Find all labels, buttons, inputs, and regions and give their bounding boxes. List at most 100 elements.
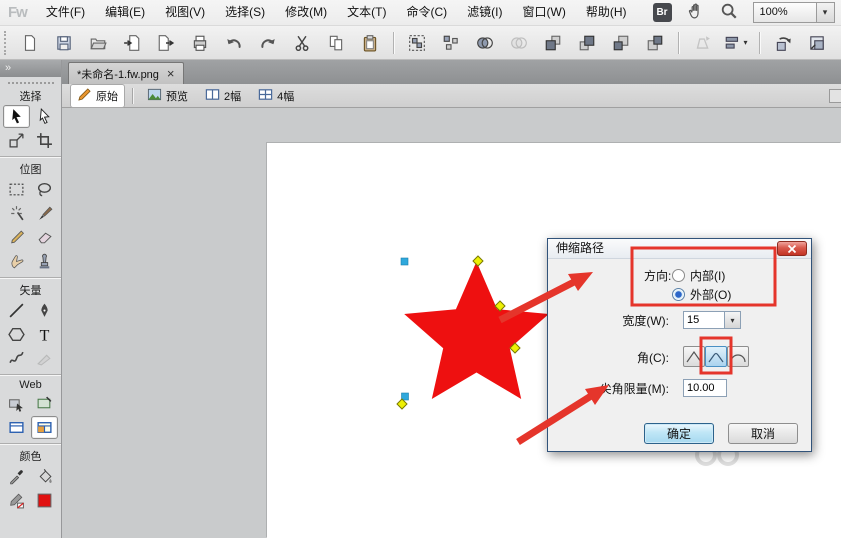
zoom-level-select[interactable]: 100% ▾ [753, 2, 835, 23]
pen-tool[interactable] [31, 299, 58, 322]
hide-slices-tool[interactable] [3, 416, 30, 439]
show-slices-tool[interactable] [31, 416, 58, 439]
cut-icon[interactable] [290, 31, 314, 55]
width-dropdown-icon[interactable]: ▾ [724, 311, 741, 329]
knife-tool[interactable] [31, 347, 58, 370]
panel-toggle-icon[interactable] [829, 89, 841, 103]
panel-collapse-header[interactable]: » [0, 60, 61, 77]
magic-wand-tool[interactable] [3, 202, 30, 225]
align-dropdown-icon: ▾ [743, 38, 747, 47]
shape-tool[interactable] [3, 323, 30, 346]
tab-original[interactable]: 原始 [70, 84, 125, 108]
panel-drag-handle[interactable] [8, 82, 54, 86]
line-tool[interactable] [3, 299, 30, 322]
corner-bevel-button[interactable] [727, 346, 749, 367]
new-file-icon[interactable] [18, 31, 42, 55]
copy-icon[interactable] [324, 31, 348, 55]
scale-tool[interactable] [3, 129, 30, 152]
send-backward-icon[interactable] [609, 31, 633, 55]
bring-forward-icon[interactable] [575, 31, 599, 55]
join-icon[interactable] [473, 31, 497, 55]
corner-round-button[interactable] [705, 346, 727, 367]
menu-item[interactable]: 修改(M) [275, 0, 337, 25]
stroke-color-tool[interactable] [3, 489, 30, 512]
menu-item[interactable]: 滤镜(I) [457, 0, 512, 25]
transform-icon[interactable] [690, 31, 714, 55]
send-to-back-icon[interactable] [643, 31, 667, 55]
hand-icon[interactable] [687, 2, 705, 23]
align-icon[interactable]: ▾ [724, 31, 748, 55]
menu-item[interactable]: 窗口(W) [513, 0, 576, 25]
ok-button[interactable]: 确定 [644, 423, 714, 444]
zoom-tool-icon[interactable] [720, 2, 738, 23]
import-icon[interactable] [120, 31, 144, 55]
width-input[interactable] [683, 311, 725, 329]
fit-canvas-icon[interactable] [805, 31, 829, 55]
tab-preview[interactable]: 预览 [140, 84, 195, 108]
close-icon [786, 244, 798, 254]
inside-radio-label[interactable]: 内部(I) [690, 269, 725, 283]
bridge-icon[interactable]: Br [653, 3, 672, 22]
tool-sections: 选择位图矢量TWeb颜色 [0, 88, 61, 516]
dialog-title-bar[interactable]: 伸缩路径 [548, 239, 811, 259]
undo-icon[interactable] [222, 31, 246, 55]
toolbar-separator [393, 32, 394, 54]
eyedropper-tool[interactable] [3, 465, 30, 488]
split-icon[interactable] [507, 31, 531, 55]
tab-two-up[interactable]: 2幅 [198, 84, 248, 108]
rubber-stamp-tool[interactable] [31, 250, 58, 273]
tab-close-icon[interactable]: × [167, 67, 175, 80]
pointer-tool[interactable] [3, 105, 30, 128]
group-icon[interactable] [405, 31, 429, 55]
eraser-tool[interactable] [31, 226, 58, 249]
four-up-icon [258, 87, 273, 105]
close-button[interactable] [777, 241, 807, 256]
tab-four-up-label: 4幅 [277, 88, 294, 104]
freeform-tool[interactable] [3, 347, 30, 370]
menu-item[interactable]: 选择(S) [215, 0, 275, 25]
inset-path-dialog: 伸缩路径 方向: 内部(I) 外部(O) 宽度(W): ▾ 角(C): 尖角限量… [547, 238, 812, 452]
pencil-tool[interactable] [3, 226, 30, 249]
menu-item[interactable]: 视图(V) [155, 0, 215, 25]
path-handle-diamond[interactable] [473, 256, 483, 266]
brush-tool[interactable] [31, 202, 58, 225]
menu-item[interactable]: 编辑(E) [95, 0, 155, 25]
marquee-tool[interactable] [3, 178, 30, 201]
corner-miter-button[interactable] [683, 346, 705, 367]
tools-section-label: 矢量 [0, 282, 61, 298]
menu-item[interactable]: 文件(F) [36, 0, 95, 25]
star-shape[interactable] [404, 262, 549, 400]
redo-icon[interactable] [256, 31, 280, 55]
crop-tool[interactable] [31, 129, 58, 152]
cancel-button[interactable]: 取消 [728, 423, 798, 444]
bring-to-front-icon[interactable] [541, 31, 565, 55]
print-icon[interactable] [188, 31, 212, 55]
rotate-90-icon[interactable] [771, 31, 795, 55]
save-icon[interactable] [52, 31, 76, 55]
ungroup-icon[interactable] [439, 31, 463, 55]
menu-item[interactable]: 帮助(H) [576, 0, 637, 25]
zoom-dropdown-icon[interactable]: ▾ [816, 3, 834, 22]
inside-radio[interactable] [672, 269, 685, 282]
outside-radio[interactable] [672, 288, 685, 301]
export-icon[interactable] [154, 31, 178, 55]
open-icon[interactable] [86, 31, 110, 55]
menu-item[interactable]: 文本(T) [337, 0, 396, 25]
toolbar-grip[interactable] [4, 31, 6, 55]
path-handle-diamond[interactable] [397, 399, 407, 409]
document-tab[interactable]: *未命名-1.fw.png × [68, 62, 184, 84]
miter-limit-input[interactable] [683, 379, 727, 397]
paint-bucket-tool[interactable] [31, 465, 58, 488]
slice-tool[interactable] [31, 392, 58, 415]
fill-color-tool[interactable] [31, 489, 58, 512]
object-handle-square[interactable] [401, 258, 408, 265]
smudge-tool[interactable] [3, 250, 30, 273]
menu-item[interactable]: 命令(C) [397, 0, 458, 25]
lasso-tool[interactable] [31, 178, 58, 201]
hotspot-tool[interactable] [3, 392, 30, 415]
paste-icon[interactable] [358, 31, 382, 55]
outside-radio-label[interactable]: 外部(O) [690, 288, 731, 302]
subselection-tool[interactable] [31, 105, 58, 128]
text-tool[interactable]: T [31, 323, 58, 346]
tab-four-up[interactable]: 4幅 [251, 84, 301, 108]
